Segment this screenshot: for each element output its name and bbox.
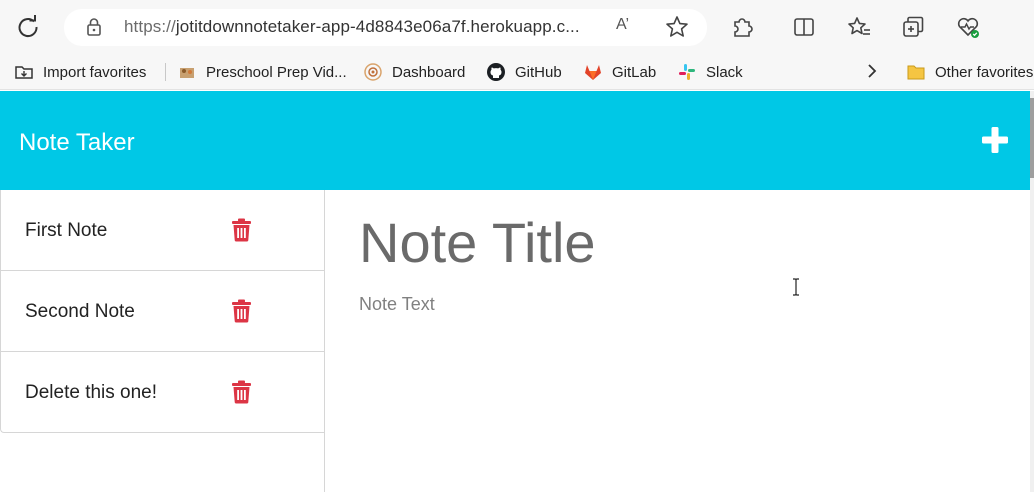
text-cursor-icon <box>793 278 799 296</box>
reload-icon[interactable] <box>14 13 42 41</box>
note-list-title[interactable]: Second Note <box>25 301 135 323</box>
trash-icon[interactable] <box>231 380 252 404</box>
favorites-icon[interactable] <box>846 14 872 40</box>
plus-icon[interactable] <box>980 125 1010 155</box>
list-item[interactable]: Second Note <box>0 271 325 352</box>
favorites-separator <box>165 63 166 81</box>
url-host: jotitdownnotetaker-app-4d8843e06a7f.hero… <box>175 17 580 36</box>
scrollbar-thumb[interactable] <box>1030 98 1034 178</box>
chevron-right-icon[interactable] <box>864 60 880 82</box>
favorite-label: Import favorites <box>43 63 147 81</box>
other-favorites-label: Other favorites <box>935 63 1034 81</box>
favorite-preschool[interactable]: Preschool Prep Vid... <box>177 59 347 85</box>
github-icon <box>487 63 505 81</box>
split-screen-icon[interactable] <box>791 14 817 40</box>
app-header: Note Taker <box>0 91 1030 190</box>
note-title-input[interactable]: Note Title <box>359 210 999 275</box>
list-item[interactable]: First Note <box>0 190 325 271</box>
dashboard-icon <box>364 63 382 81</box>
url-protocol: https:// <box>124 17 176 36</box>
other-favorites[interactable]: Other favorites <box>906 59 1033 85</box>
browser-toolbar: https://jotitdownnotetaker-app-4d8843e06… <box>0 0 1034 54</box>
gitlab-icon <box>585 65 601 80</box>
note-text-input[interactable]: Note Text <box>359 294 435 315</box>
collections-icon[interactable] <box>900 14 926 40</box>
trash-icon[interactable] <box>231 218 252 242</box>
favorite-dashboard[interactable]: Dashboard <box>363 59 465 85</box>
trash-icon[interactable] <box>231 299 252 323</box>
url-text[interactable]: https://jotitdownnotetaker-app-4d8843e06… <box>124 17 596 37</box>
read-aloud-icon[interactable]: A’ <box>616 16 640 38</box>
extensions-icon[interactable] <box>729 14 755 40</box>
slack-icon <box>679 64 695 80</box>
favorite-label: Slack <box>706 63 743 81</box>
favorite-slack[interactable]: Slack <box>677 59 743 85</box>
note-list-title[interactable]: First Note <box>25 220 107 242</box>
favorites-bar: Import favorites Preschool Prep Vid... D… <box>0 54 1034 90</box>
favorite-star-icon[interactable] <box>664 14 690 40</box>
favorite-gitlab[interactable]: GitLab <box>583 59 656 85</box>
import-icon <box>15 66 33 79</box>
preschool-icon <box>180 68 194 78</box>
favorite-label: GitHub <box>515 63 562 81</box>
list-item[interactable]: Delete this one! <box>0 352 325 433</box>
note-editor: Note Title Note Text <box>326 190 1030 492</box>
favorite-label: Preschool Prep Vid... <box>206 63 347 81</box>
note-list-title[interactable]: Delete this one! <box>25 382 157 404</box>
lock-icon[interactable] <box>84 17 104 37</box>
note-list: First Note Second Note Delete this one! <box>0 190 325 492</box>
folder-icon <box>907 65 925 80</box>
favorite-import[interactable]: Import favorites <box>14 59 146 85</box>
favorite-label: Dashboard <box>392 63 466 81</box>
browser-essentials-icon[interactable] <box>955 14 981 40</box>
favorite-github[interactable]: GitHub <box>486 59 562 85</box>
app-title[interactable]: Note Taker <box>19 129 135 157</box>
favorite-label: GitLab <box>612 63 657 81</box>
